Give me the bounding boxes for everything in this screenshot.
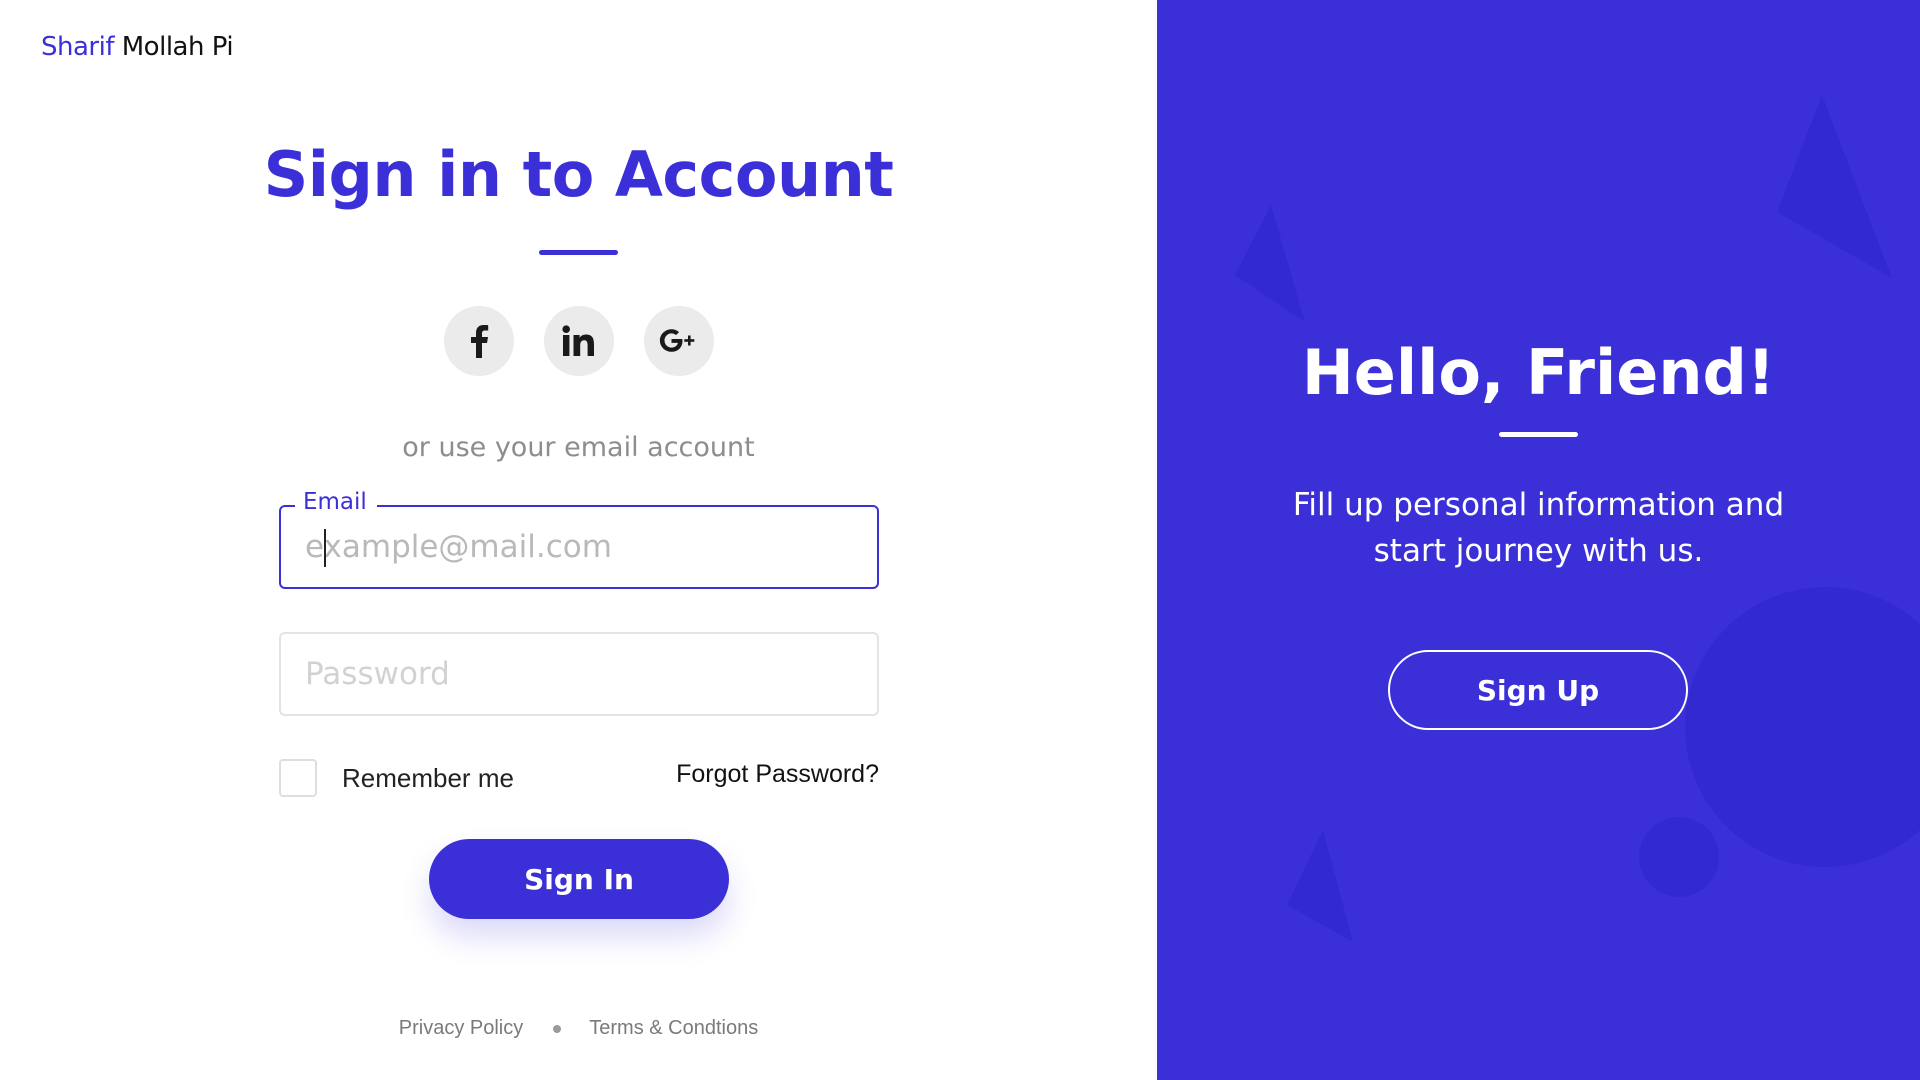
sign-up-button[interactable]: Sign Up — [1388, 650, 1688, 730]
email-label: Email — [295, 487, 377, 517]
title-underline — [539, 250, 618, 255]
panel-description: Fill up personal information and start j… — [1157, 482, 1920, 574]
linkedin-icon — [562, 325, 594, 356]
privacy-policy-link[interactable]: Privacy Policy — [399, 1017, 523, 1040]
email-input[interactable] — [281, 507, 877, 587]
password-input[interactable] — [281, 634, 877, 714]
deco-triangle-left — [1235, 205, 1305, 322]
signin-panel: Sharif Mollah Pi Sign in to Account or u… — [0, 0, 1157, 1080]
deco-circle-small — [1639, 817, 1719, 897]
signin-title: Sign in to Account — [263, 138, 894, 211]
panel-title-underline — [1499, 432, 1578, 437]
facebook-icon — [471, 325, 489, 358]
separator-dot — [553, 1024, 562, 1033]
brand-first-name: Sharif — [41, 32, 114, 62]
password-field[interactable] — [279, 632, 879, 716]
remember-me-checkbox[interactable] — [279, 759, 317, 797]
sign-in-button[interactable]: Sign In — [429, 839, 729, 919]
google-plus-icon — [659, 329, 695, 352]
text-caret — [324, 529, 326, 567]
panel-title: Hello, Friend! — [1301, 336, 1776, 409]
deco-triangle-bottom-left — [1287, 830, 1353, 942]
facebook-button[interactable] — [444, 306, 514, 376]
linkedin-button[interactable] — [544, 306, 614, 376]
signup-panel: Hello, Friend! Fill up personal informat… — [1157, 0, 1920, 1080]
login-page: Sharif Mollah Pi Sign in to Account or u… — [0, 0, 1920, 1080]
panel-description-line-2: start journey with us. — [1373, 533, 1704, 569]
alt-signin-text: or use your email account — [402, 432, 755, 463]
remember-me-label[interactable]: Remember me — [342, 763, 514, 794]
panel-description-line-1: Fill up personal information and — [1292, 487, 1785, 523]
email-field[interactable]: Email — [279, 487, 879, 589]
footer-links: Privacy Policy Terms & Condtions — [0, 1017, 1157, 1040]
google-plus-button[interactable] — [644, 306, 714, 376]
deco-triangle-top-right — [1777, 95, 1892, 278]
brand-logo[interactable]: Sharif Mollah Pi — [41, 32, 234, 62]
brand-last-name: Mollah Pi — [121, 32, 234, 62]
deco-circle-large — [1685, 587, 1920, 867]
forgot-password-link[interactable]: Forgot Password? — [676, 760, 879, 789]
terms-link[interactable]: Terms & Condtions — [589, 1017, 758, 1040]
